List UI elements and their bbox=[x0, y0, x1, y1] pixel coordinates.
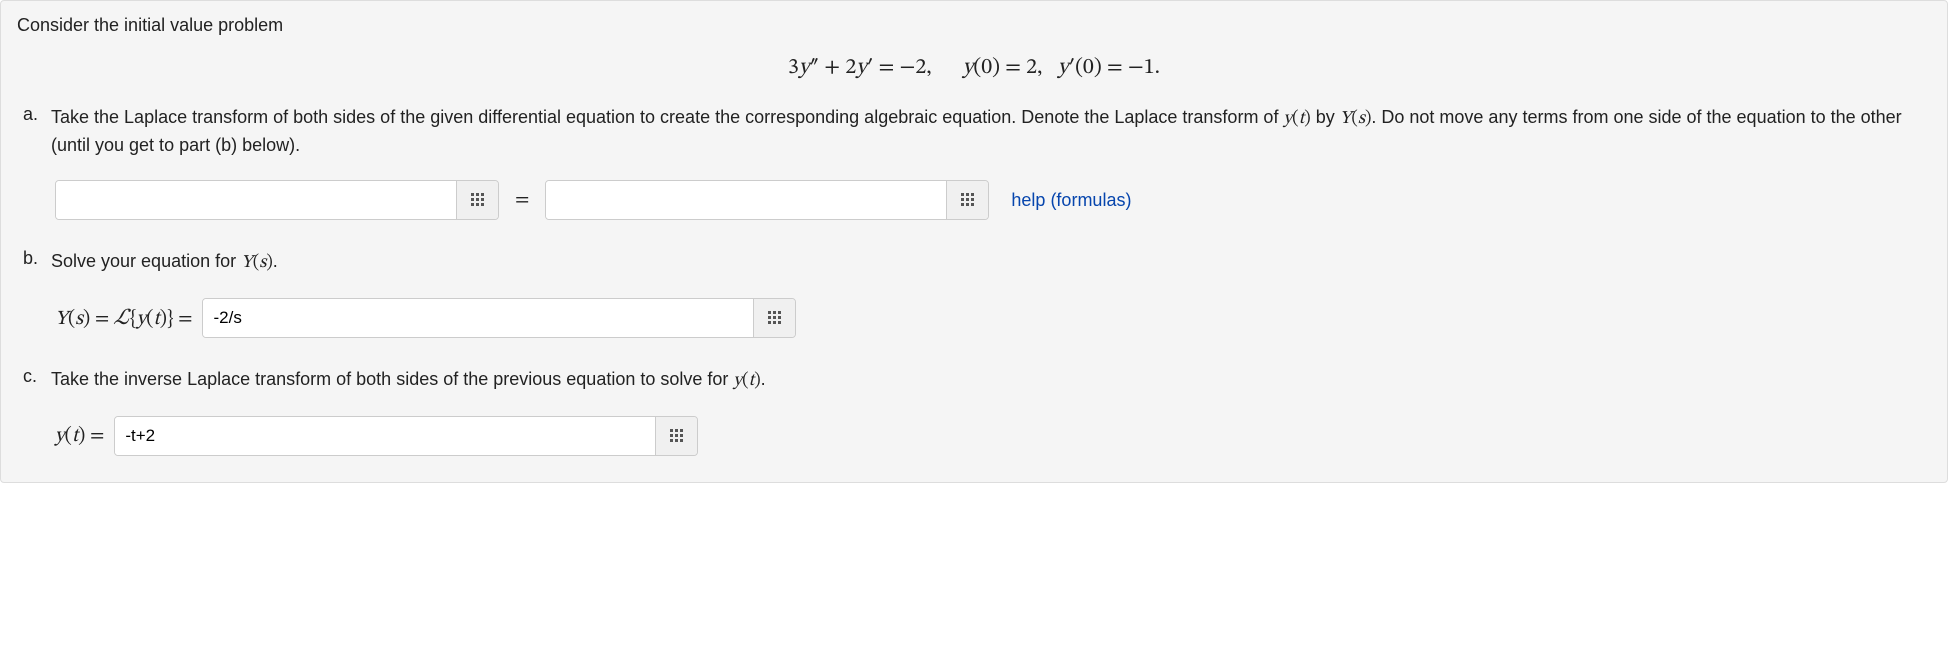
part-b-input-wrap bbox=[202, 298, 796, 338]
part-a-text-2: by bbox=[1311, 107, 1340, 127]
grid-icon bbox=[960, 192, 976, 208]
part-a-text: Take the Laplace transform of both sides… bbox=[51, 104, 1931, 158]
part-c-text-1: Take the inverse Laplace transform of bo… bbox=[51, 369, 733, 389]
part-b-input[interactable] bbox=[203, 299, 753, 337]
part-c-answer-row: y(t) = bbox=[55, 416, 1931, 456]
grid-icon bbox=[767, 310, 783, 326]
math-yt: y bbox=[1283, 110, 1292, 128]
keypad-button[interactable] bbox=[456, 181, 498, 219]
part-b-text-2: . bbox=[273, 251, 278, 271]
part-a-answer-row: = help (formulas) bbox=[55, 180, 1931, 220]
part-b-text-1: Solve your equation for bbox=[51, 251, 241, 271]
help-formulas-link[interactable]: help (formulas) bbox=[1011, 190, 1131, 211]
intro-text: Consider the initial value problem bbox=[17, 15, 1931, 36]
part-c-marker: c. bbox=[23, 366, 37, 387]
part-b-text: Solve your equation for Y(s). bbox=[51, 248, 1931, 276]
part-b-prefix: Y(s) = ℒ{y(t)} = bbox=[55, 304, 192, 333]
part-c-text-2: . bbox=[761, 369, 766, 389]
part-b: b. Solve your equation for Y(s). Y(s) = … bbox=[45, 248, 1931, 338]
problem-container: Consider the initial value problem 3y″ +… bbox=[0, 0, 1948, 483]
part-c-input[interactable] bbox=[115, 417, 655, 455]
display-equation: 3y″ + 2y′ = −2, y(0) = 2, y′(0) = −1. bbox=[17, 54, 1931, 82]
part-c-text: Take the inverse Laplace transform of bo… bbox=[51, 366, 1931, 394]
grid-icon bbox=[669, 428, 685, 444]
math-Ys: Y bbox=[1340, 110, 1352, 128]
part-a-lhs-wrap bbox=[55, 180, 499, 220]
part-a: a. Take the Laplace transform of both si… bbox=[45, 104, 1931, 220]
math-yt-c: y bbox=[733, 372, 742, 390]
part-a-text-1: Take the Laplace transform of both sides… bbox=[51, 107, 1283, 127]
part-c-prefix: y(t) = bbox=[55, 424, 104, 449]
keypad-button[interactable] bbox=[753, 299, 795, 337]
part-c: c. Take the inverse Laplace transform of… bbox=[45, 366, 1931, 456]
keypad-button[interactable] bbox=[655, 417, 697, 455]
part-a-marker: a. bbox=[23, 104, 38, 125]
keypad-button[interactable] bbox=[946, 181, 988, 219]
part-a-lhs-input[interactable] bbox=[56, 181, 456, 219]
part-a-rhs-input[interactable] bbox=[546, 181, 946, 219]
parts-list: a. Take the Laplace transform of both si… bbox=[17, 104, 1931, 456]
part-b-marker: b. bbox=[23, 248, 38, 269]
math-Ys-b: Y bbox=[241, 254, 253, 272]
part-c-input-wrap bbox=[114, 416, 698, 456]
equals-sign: = bbox=[515, 188, 529, 213]
part-a-rhs-wrap bbox=[545, 180, 989, 220]
grid-icon bbox=[470, 192, 486, 208]
part-b-answer-row: Y(s) = ℒ{y(t)} = bbox=[55, 298, 1931, 338]
